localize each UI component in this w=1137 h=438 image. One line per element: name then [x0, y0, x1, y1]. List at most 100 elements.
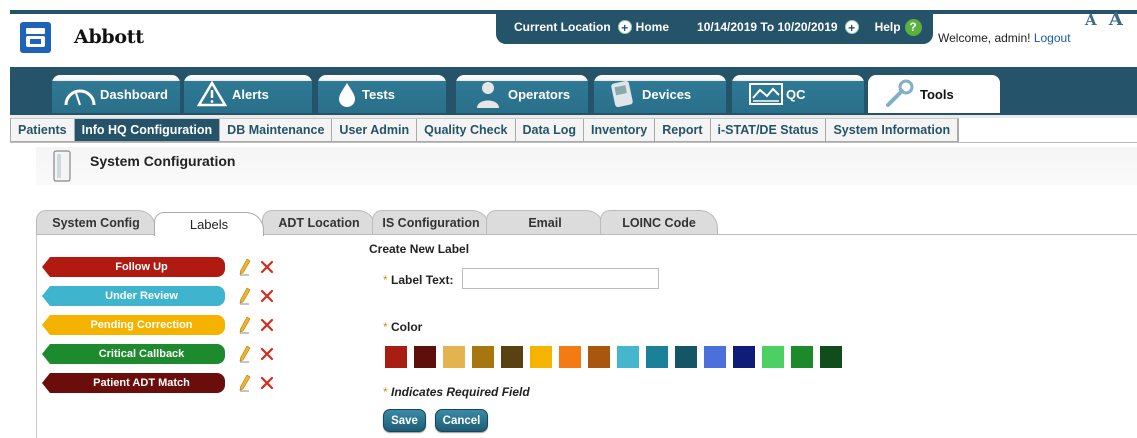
subnav-db-maintenance[interactable]: DB Maintenance: [220, 119, 333, 141]
date-range-picker[interactable]: 10/14/2019 To 10/20/2019 +: [697, 20, 863, 35]
page-header: System Configuration: [36, 147, 1137, 185]
create-label-form: Create New Label * Label Text: * Color *…: [369, 242, 842, 432]
configuration-icon: [52, 150, 72, 182]
form-title: Create New Label: [369, 242, 470, 256]
brand-name: Abbott: [74, 26, 144, 48]
help-link[interactable]: Help ?: [875, 18, 922, 36]
label-tag[interactable]: Patient ADT Match: [42, 372, 225, 393]
color-swatch[interactable]: [617, 346, 639, 368]
tab-qc[interactable]: QC: [732, 75, 864, 113]
subnav-inventory[interactable]: Inventory: [583, 119, 656, 141]
label-row: Follow Up: [42, 252, 275, 281]
cancel-button[interactable]: Cancel: [435, 409, 488, 432]
qc-chart-icon: [746, 79, 786, 109]
tab-alerts[interactable]: Alerts: [184, 75, 312, 113]
subnav-user-admin[interactable]: User Admin: [332, 119, 418, 141]
help-label[interactable]: Help: [875, 20, 901, 34]
device-icon: [602, 79, 642, 109]
edit-pencil-icon[interactable]: [237, 287, 253, 305]
edit-pencil-icon[interactable]: [237, 374, 253, 392]
delete-x-icon[interactable]: [259, 287, 275, 305]
tab-tests-label: Tests: [362, 86, 395, 102]
label-tag[interactable]: Under Review: [42, 285, 225, 306]
color-swatch[interactable]: [472, 346, 494, 368]
panel-border: [36, 235, 37, 438]
subnav-system-information[interactable]: System Information: [826, 119, 959, 141]
edit-pencil-icon[interactable]: [237, 258, 253, 276]
date-range-expand-icon[interactable]: +: [844, 20, 859, 35]
abbott-logo-icon: [19, 21, 52, 54]
tab-dashboard[interactable]: Dashboard: [52, 75, 180, 113]
tab-tools[interactable]: Tools: [868, 75, 1000, 113]
label-text-input[interactable]: [462, 268, 659, 289]
color-swatch[interactable]: [762, 346, 784, 368]
edit-pencil-icon[interactable]: [237, 316, 253, 334]
person-icon: [468, 79, 508, 109]
subnav-data-log[interactable]: Data Log: [515, 119, 584, 141]
label-text-label: Label Text:: [391, 273, 454, 287]
date-range-text[interactable]: 10/14/2019 To 10/20/2019: [697, 20, 838, 34]
color-swatch[interactable]: [820, 346, 842, 368]
brand-logo: Abbott: [19, 14, 144, 60]
label-row: Under Review: [42, 281, 275, 310]
required-note: Indicates Required Field: [391, 385, 530, 399]
subnav-info-hq-configuration[interactable]: Info HQ Configuration: [74, 119, 221, 141]
subnav-istat-de-status[interactable]: i-STAT/DE Status: [710, 119, 827, 141]
tab-loinc-code[interactable]: LOINC Code: [600, 210, 718, 235]
tab-alerts-label: Alerts: [232, 86, 269, 102]
location-bar: Current Location + Home 10/14/2019 To 10…: [496, 10, 933, 44]
tab-operators[interactable]: Operators: [456, 75, 588, 113]
labels-list: Follow Up Under Review Pending Correctio…: [42, 252, 275, 397]
color-swatch[interactable]: [385, 346, 407, 368]
label-row: Critical Callback: [42, 339, 275, 368]
color-swatch[interactable]: [443, 346, 465, 368]
tab-devices[interactable]: Devices: [594, 75, 726, 113]
delete-x-icon[interactable]: [259, 258, 275, 276]
tab-adt-location[interactable]: ADT Location: [262, 210, 376, 235]
delete-x-icon[interactable]: [259, 374, 275, 392]
label-text-row: * Label Text:: [383, 273, 453, 287]
tab-tests[interactable]: Tests: [318, 75, 446, 113]
current-location-label: Current Location: [514, 20, 611, 34]
delete-x-icon[interactable]: [259, 345, 275, 363]
required-note-row: * Indicates Required Field: [383, 385, 530, 399]
color-label: Color: [391, 320, 423, 334]
sub-navigation-bar: Patients Info HQ Configuration DB Mainte…: [10, 118, 960, 142]
help-icon[interactable]: ?: [904, 18, 922, 36]
color-swatch[interactable]: [414, 346, 436, 368]
subnav-patients[interactable]: Patients: [11, 119, 75, 141]
subnav-quality-check[interactable]: Quality Check: [417, 119, 516, 141]
tab-operators-label: Operators: [508, 86, 571, 102]
color-swatch[interactable]: [559, 346, 581, 368]
tab-labels[interactable]: Labels: [154, 212, 264, 236]
wrench-icon: [880, 79, 920, 109]
color-swatch[interactable]: [501, 346, 523, 368]
tab-is-configuration[interactable]: IS Configuration: [372, 210, 490, 235]
current-location: Current Location + Home: [514, 20, 669, 35]
color-swatch[interactable]: [530, 346, 552, 368]
color-swatch[interactable]: [588, 346, 610, 368]
tab-email[interactable]: Email: [486, 210, 604, 235]
subnav-report[interactable]: Report: [655, 119, 711, 141]
location-value[interactable]: Home: [636, 20, 669, 34]
color-swatch[interactable]: [733, 346, 755, 368]
edit-pencil-icon[interactable]: [237, 345, 253, 363]
label-tag[interactable]: Pending Correction: [42, 314, 225, 335]
logout-link[interactable]: Logout: [1034, 31, 1071, 45]
location-expand-icon[interactable]: +: [617, 20, 632, 35]
config-tabs: System Config Labels ADT Location IS Con…: [36, 209, 1137, 236]
warning-icon: [192, 79, 232, 109]
delete-x-icon[interactable]: [259, 316, 275, 334]
save-button[interactable]: Save: [383, 409, 426, 432]
label-tag[interactable]: Critical Callback: [42, 343, 225, 364]
color-swatch[interactable]: [675, 346, 697, 368]
decrease-font-button[interactable]: A: [1085, 11, 1097, 29]
label-tag[interactable]: Follow Up: [42, 256, 225, 277]
increase-font-button[interactable]: A: [1109, 9, 1123, 30]
font-size-controls: A A: [1085, 9, 1131, 30]
color-swatch[interactable]: [791, 346, 813, 368]
color-swatch[interactable]: [646, 346, 668, 368]
page-title: System Configuration: [90, 153, 236, 169]
color-swatch[interactable]: [704, 346, 726, 368]
tab-system-config[interactable]: System Config: [36, 210, 156, 235]
